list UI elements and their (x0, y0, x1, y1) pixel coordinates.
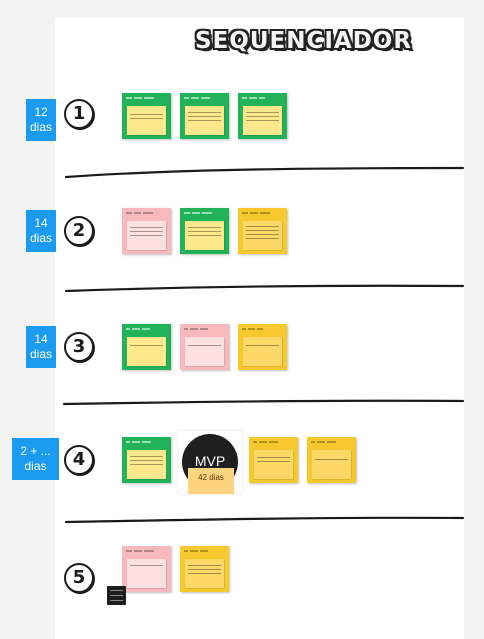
card-header (184, 96, 225, 100)
card-header (242, 211, 283, 215)
story-card[interactable] (238, 324, 287, 370)
mvp-milestone[interactable]: MVP 42 dias (178, 431, 242, 494)
sticky-note[interactable] (243, 337, 282, 366)
story-card[interactable] (122, 324, 171, 370)
sticky-note[interactable] (243, 221, 282, 250)
sticky-note[interactable] (243, 106, 282, 135)
story-card[interactable] (180, 546, 229, 592)
separator-line-2 (64, 284, 465, 293)
card-header (242, 327, 283, 331)
story-card[interactable] (249, 437, 298, 483)
separator-line-3 (62, 399, 465, 406)
story-card[interactable] (307, 437, 356, 483)
sticky-note[interactable] (185, 106, 224, 135)
separator-line-1 (64, 166, 465, 179)
card-header (311, 440, 352, 444)
story-card[interactable] (122, 208, 171, 254)
separator-line-4 (64, 516, 465, 524)
card-header (126, 96, 167, 100)
card-header (126, 549, 167, 553)
sticky-note[interactable] (185, 221, 224, 250)
sticky-note[interactable] (127, 337, 166, 366)
comment-tag[interactable] (107, 586, 126, 605)
story-card[interactable] (238, 93, 287, 139)
card-header (184, 327, 225, 331)
sticky-note[interactable] (127, 450, 166, 479)
story-card[interactable] (180, 208, 229, 254)
story-card[interactable] (238, 208, 287, 254)
story-card[interactable] (122, 437, 171, 483)
mvp-label: MVP (194, 453, 226, 469)
card-header (126, 440, 167, 444)
card-header (242, 96, 283, 100)
sticky-note[interactable] (254, 450, 293, 479)
sticky-note[interactable] (127, 221, 166, 250)
sticky-note[interactable] (312, 450, 351, 479)
story-card[interactable] (122, 93, 171, 139)
sticky-note[interactable] (127, 106, 166, 135)
story-card[interactable] (122, 546, 171, 592)
story-card[interactable] (180, 93, 229, 139)
story-card[interactable] (180, 324, 229, 370)
card-header (126, 327, 167, 331)
sticky-note[interactable] (185, 559, 224, 588)
card-header (126, 211, 167, 215)
card-header (184, 211, 225, 215)
card-header (253, 440, 294, 444)
sticky-note[interactable] (185, 337, 224, 366)
mvp-duration-note[interactable]: 42 dias (188, 468, 234, 494)
card-header (184, 549, 225, 553)
sticky-note[interactable] (127, 559, 166, 588)
